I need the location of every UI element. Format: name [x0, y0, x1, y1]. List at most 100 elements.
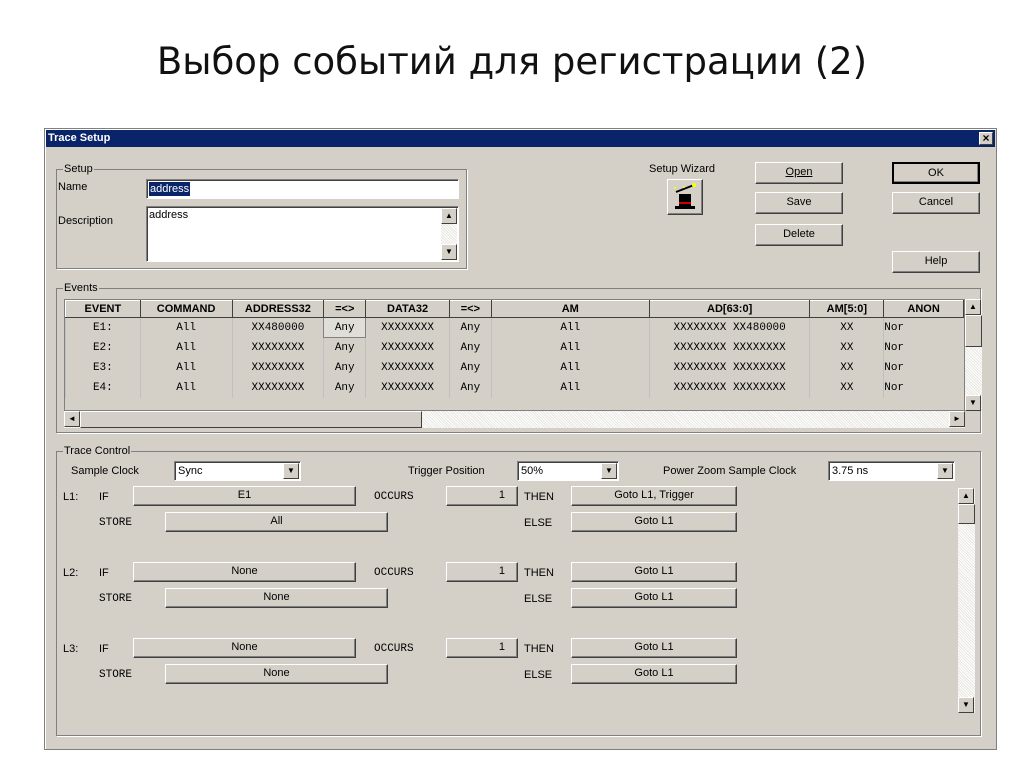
table-cell[interactable]: XX	[809, 337, 884, 358]
events-vscroll-thumb[interactable]	[965, 315, 982, 347]
table-cell[interactable]: Nor	[883, 317, 964, 338]
power-zoom-dropdown-icon[interactable]: ▼	[937, 463, 953, 479]
power-zoom-label: Power Zoom Sample Clock	[663, 465, 797, 477]
occurs-count-field[interactable]: 1	[446, 486, 518, 506]
then-action-button[interactable]: Goto L1	[571, 638, 737, 658]
trace-vscroll-thumb[interactable]	[958, 504, 975, 524]
column-header[interactable]: ADDRESS32	[231, 300, 325, 318]
column-header[interactable]: EVENT	[65, 300, 141, 318]
table-cell[interactable]: XX	[809, 317, 884, 338]
table-cell[interactable]: Any	[448, 357, 492, 378]
column-header[interactable]: AD[63:0]	[648, 300, 811, 318]
events-scroll-up-icon[interactable]: ▲	[965, 299, 981, 315]
cancel-button[interactable]: Cancel	[892, 192, 980, 214]
table-cell[interactable]: XXXXXXXX	[365, 357, 450, 378]
else-action-button[interactable]: Goto L1	[571, 664, 737, 684]
column-header[interactable]: =<>	[323, 300, 367, 318]
events-scroll-down-icon[interactable]: ▼	[965, 395, 981, 411]
setup-wizard-button[interactable]	[667, 179, 703, 215]
table-row[interactable]: E4: All XXXXXXXX Any XXXXXXXX Any All XXXXXXXX …	[65, 377, 964, 398]
power-zoom-select[interactable]: 3.75 ns ▼	[828, 461, 955, 481]
events-scroll-right-icon[interactable]: ►	[949, 411, 965, 427]
name-value: address	[149, 182, 191, 196]
table-cell[interactable]: All	[490, 337, 650, 358]
table-cell[interactable]: E4:	[65, 377, 141, 398]
ok-button[interactable]: OK	[892, 162, 980, 184]
column-header[interactable]: COMMAND	[139, 300, 233, 318]
occurs-count-field[interactable]: 1	[446, 638, 518, 658]
table-cell[interactable]: XXXXXXXX XXXXXXXX	[648, 357, 810, 378]
table-cell[interactable]: XXXXXXXX	[365, 337, 450, 358]
trace-scroll-down-icon[interactable]: ▼	[958, 697, 974, 713]
table-row[interactable]: E3: All XXXXXXXX Any XXXXXXXX Any All XXXXXXXX …	[65, 357, 964, 378]
then-action-button[interactable]: Goto L1, Trigger	[571, 486, 737, 506]
table-cell[interactable]: XXXXXXXX	[231, 357, 324, 378]
help-button[interactable]: Help	[892, 251, 980, 273]
table-cell[interactable]: XXXXXXXX XXXXXXXX	[648, 377, 810, 398]
sample-clock-select[interactable]: Sync ▼	[174, 461, 301, 481]
table-cell[interactable]: Nor	[883, 337, 964, 358]
table-cell[interactable]: E1:	[65, 317, 141, 338]
open-button[interactable]: Open	[755, 162, 843, 184]
sample-clock-dropdown-icon[interactable]: ▼	[283, 463, 299, 479]
store-condition-button[interactable]: All	[165, 512, 388, 532]
table-cell[interactable]: E3:	[65, 357, 141, 378]
trigger-position-select[interactable]: 50% ▼	[517, 461, 619, 481]
description-input[interactable]: address ▲ ▼	[146, 206, 459, 262]
if-condition-button[interactable]: None	[133, 638, 356, 658]
table-cell[interactable]: Nor	[883, 357, 964, 378]
table-cell[interactable]: Any	[448, 377, 492, 398]
column-header[interactable]: DATA32	[365, 300, 450, 318]
table-cell[interactable]: All	[139, 337, 232, 358]
save-button[interactable]: Save	[755, 192, 843, 214]
table-cell[interactable]: Any	[323, 317, 367, 338]
then-label: THEN	[524, 643, 554, 655]
occurs-label: OCCURS	[374, 643, 414, 655]
table-cell[interactable]: XX480000	[231, 317, 324, 338]
description-scroll-up-icon[interactable]: ▲	[441, 208, 457, 224]
if-condition-button[interactable]: E1	[133, 486, 356, 506]
table-cell[interactable]: XXXXXXXX	[231, 377, 324, 398]
column-header[interactable]: ANON	[883, 300, 964, 318]
table-cell[interactable]: XXXXXXXX	[231, 337, 324, 358]
delete-button[interactable]: Delete	[755, 224, 843, 246]
table-row[interactable]: E1: All XX480000 Any XXXXXXXX Any All XXXXXXXX …	[65, 317, 964, 338]
else-action-button[interactable]: Goto L1	[571, 588, 737, 608]
store-condition-button[interactable]: None	[165, 664, 388, 684]
table-cell[interactable]: All	[139, 357, 232, 378]
table-cell[interactable]: XXXXXXXX	[365, 317, 450, 338]
table-cell[interactable]: Any	[448, 317, 492, 338]
trigger-position-dropdown-icon[interactable]: ▼	[601, 463, 617, 479]
table-cell[interactable]: All	[490, 377, 650, 398]
close-button[interactable]: ×	[979, 132, 993, 145]
table-cell[interactable]: All	[490, 357, 650, 378]
table-cell[interactable]: All	[139, 377, 232, 398]
table-row[interactable]: E2: All XXXXXXXX Any XXXXXXXX Any All XXXXXXXX …	[65, 337, 964, 358]
trace-scroll-up-icon[interactable]: ▲	[958, 488, 974, 504]
name-input[interactable]: address	[146, 179, 459, 199]
column-header[interactable]: =<>	[448, 300, 492, 318]
events-scroll-left-icon[interactable]: ◄	[64, 411, 80, 427]
occurs-count-field[interactable]: 1	[446, 562, 518, 582]
table-cell[interactable]: XX	[809, 357, 884, 378]
else-action-button[interactable]: Goto L1	[571, 512, 737, 532]
table-cell[interactable]: Any	[323, 377, 366, 398]
table-cell[interactable]: XXXXXXXX	[365, 377, 450, 398]
table-cell[interactable]: XX	[809, 377, 884, 398]
description-scroll-down-icon[interactable]: ▼	[441, 244, 457, 260]
table-cell[interactable]: E2:	[65, 337, 141, 358]
table-cell[interactable]: XXXXXXXX XXXXXXXX	[648, 337, 810, 358]
store-condition-button[interactable]: None	[165, 588, 388, 608]
column-header[interactable]: AM[5:0]	[809, 300, 885, 318]
then-action-button[interactable]: Goto L1	[571, 562, 737, 582]
table-cell[interactable]: XXXXXXXX XX480000	[648, 317, 810, 338]
events-hscroll-thumb[interactable]	[80, 411, 422, 428]
table-cell[interactable]: Any	[323, 357, 366, 378]
if-condition-button[interactable]: None	[133, 562, 356, 582]
table-cell[interactable]: Nor	[883, 377, 964, 398]
table-cell[interactable]: All	[139, 317, 232, 338]
column-header[interactable]: AM	[490, 300, 650, 318]
table-cell[interactable]: All	[490, 317, 650, 338]
table-cell[interactable]: Any	[323, 337, 366, 358]
table-cell[interactable]: Any	[448, 337, 492, 358]
